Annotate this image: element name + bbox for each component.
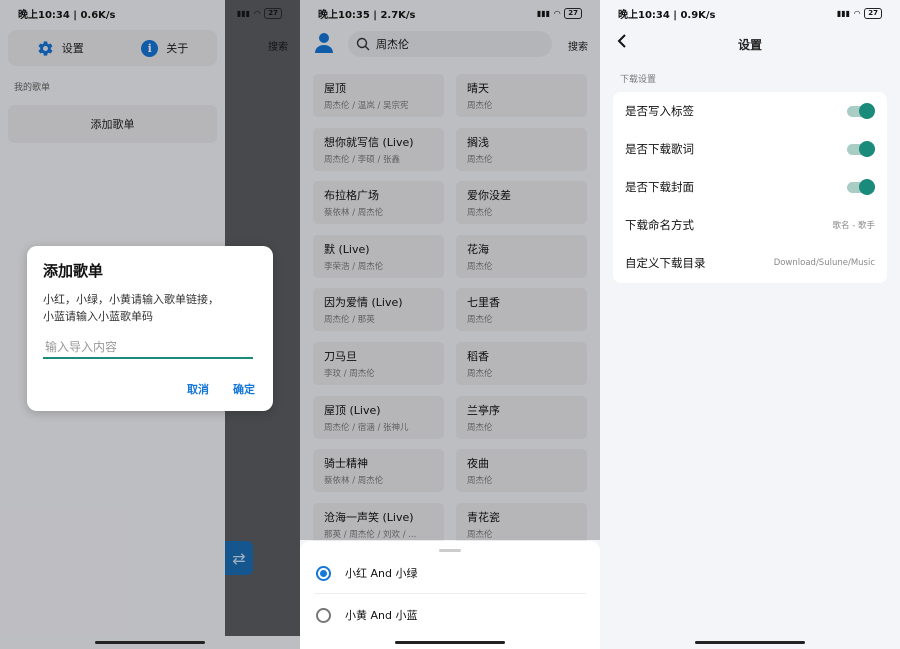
confirm-button[interactable]: 确定 xyxy=(233,381,255,397)
sheet-drag-handle[interactable] xyxy=(439,549,461,552)
signal-icon: ▮▮▮ xyxy=(536,8,551,18)
dialog-actions: 取消 确定 xyxy=(187,381,255,397)
import-content-input[interactable] xyxy=(43,337,253,359)
setting-label: 自定义下载目录 xyxy=(625,256,706,270)
radio-unselected-icon[interactable] xyxy=(316,607,331,623)
signal-icon: ▮▮▮ xyxy=(836,8,851,18)
add-playlist-dialog: 添加歌单 小红，小绿，小黄请输入歌单链接， 小蓝请输入小蓝歌单码 取消 确定 xyxy=(27,246,273,411)
radio-selected-icon[interactable] xyxy=(316,565,331,581)
download-directory-value: Download/Sulune/Music xyxy=(773,258,875,268)
settings-header: 设置 xyxy=(600,28,900,58)
signal-icon: ▮▮▮ xyxy=(236,8,251,18)
dialog-message: 小红，小绿，小黄请输入歌单链接， 小蓝请输入小蓝歌单码 xyxy=(43,291,257,325)
battery-icon: 27 xyxy=(564,7,582,19)
download-lyrics-toggle[interactable] xyxy=(847,141,875,157)
battery-icon: 27 xyxy=(864,7,882,19)
wifi-icon: ◠ xyxy=(854,8,861,18)
setting-write-tags[interactable]: 是否写入标签 xyxy=(625,92,875,130)
status-icons: ▮▮▮ ◠ 27 xyxy=(236,7,282,19)
dialog-message-line1: 小红，小绿，小黄请输入歌单链接， xyxy=(43,293,219,306)
dialog-message-line2: 小蓝请输入小蓝歌单码 xyxy=(43,310,153,323)
naming-format-value: 歌名 - 歌手 xyxy=(832,221,875,231)
cancel-button[interactable]: 取消 xyxy=(187,381,209,397)
setting-download-directory[interactable]: 自定义下载目录 Download/Sulune/Music xyxy=(625,244,875,282)
download-settings-heading: 下载设置 xyxy=(620,75,657,85)
source-bottom-sheet: 小红 And 小绿 小黄 And 小蓝 xyxy=(300,541,600,649)
status-time: 晚上10:34 | 0.6K/s xyxy=(18,9,116,21)
sheet-scrim[interactable] xyxy=(300,0,600,540)
wifi-icon: ◠ xyxy=(254,8,261,18)
status-time: 晚上10:35 | 2.7K/s xyxy=(318,9,416,21)
status-icons: ▮▮▮ ◠ 27 xyxy=(836,7,882,19)
setting-naming-format[interactable]: 下载命名方式 歌名 - 歌手 xyxy=(625,206,875,244)
source-option-2-label: 小黄 And 小蓝 xyxy=(345,609,418,622)
settings-screen: 晚上10:34 | 0.9K/s ▮▮▮ ◠ 27 设置 下载设置 是否写入标签… xyxy=(600,0,900,649)
status-time: 晚上10:34 | 0.9K/s xyxy=(618,9,716,21)
playlist-screen: 设置 i 关于 我的歌单 添加歌单 搜索 ⇄ 晚上10:34 | 0.6K/s … xyxy=(0,0,300,649)
search-results-screen: 周杰伦 搜索 屋顶 周杰伦 / 温岚 / 吴宗宪 晴天 周杰伦 想你就写信 (Live)… xyxy=(300,0,600,649)
sheet-divider xyxy=(314,593,586,594)
setting-label: 是否写入标签 xyxy=(625,104,694,118)
home-indicator[interactable] xyxy=(695,641,805,644)
status-icons: ▮▮▮ ◠ 27 xyxy=(536,7,582,19)
setting-download-lyrics[interactable]: 是否下载歌词 xyxy=(625,130,875,168)
source-option-1-label: 小红 And 小绿 xyxy=(345,567,418,580)
battery-icon: 27 xyxy=(264,7,282,19)
download-cover-toggle[interactable] xyxy=(847,179,875,195)
dialog-title: 添加歌单 xyxy=(43,262,104,280)
download-settings-card: 是否写入标签 是否下载歌词 是否下载封面 下载命名方式 歌名 - 歌手 自定义下… xyxy=(613,92,887,283)
setting-download-cover[interactable]: 是否下载封面 xyxy=(625,168,875,206)
write-tags-toggle[interactable] xyxy=(847,103,875,119)
source-option-2[interactable]: 小黄 And 小蓝 xyxy=(316,607,417,623)
wifi-icon: ◠ xyxy=(554,8,561,18)
status-bar: 晚上10:34 | 0.6K/s ▮▮▮ ◠ 27 xyxy=(0,0,300,26)
home-indicator[interactable] xyxy=(395,641,505,644)
setting-label: 是否下载封面 xyxy=(625,180,694,194)
source-option-1[interactable]: 小红 And 小绿 xyxy=(316,565,417,581)
home-indicator[interactable] xyxy=(95,641,205,644)
status-bar: 晚上10:34 | 0.9K/s ▮▮▮ ◠ 27 xyxy=(600,0,900,26)
setting-label: 是否下载歌词 xyxy=(625,142,694,156)
page-title: 设置 xyxy=(737,38,762,52)
setting-label: 下载命名方式 xyxy=(625,218,694,232)
status-bar: 晚上10:35 | 2.7K/s ▮▮▮ ◠ 27 xyxy=(300,0,600,26)
